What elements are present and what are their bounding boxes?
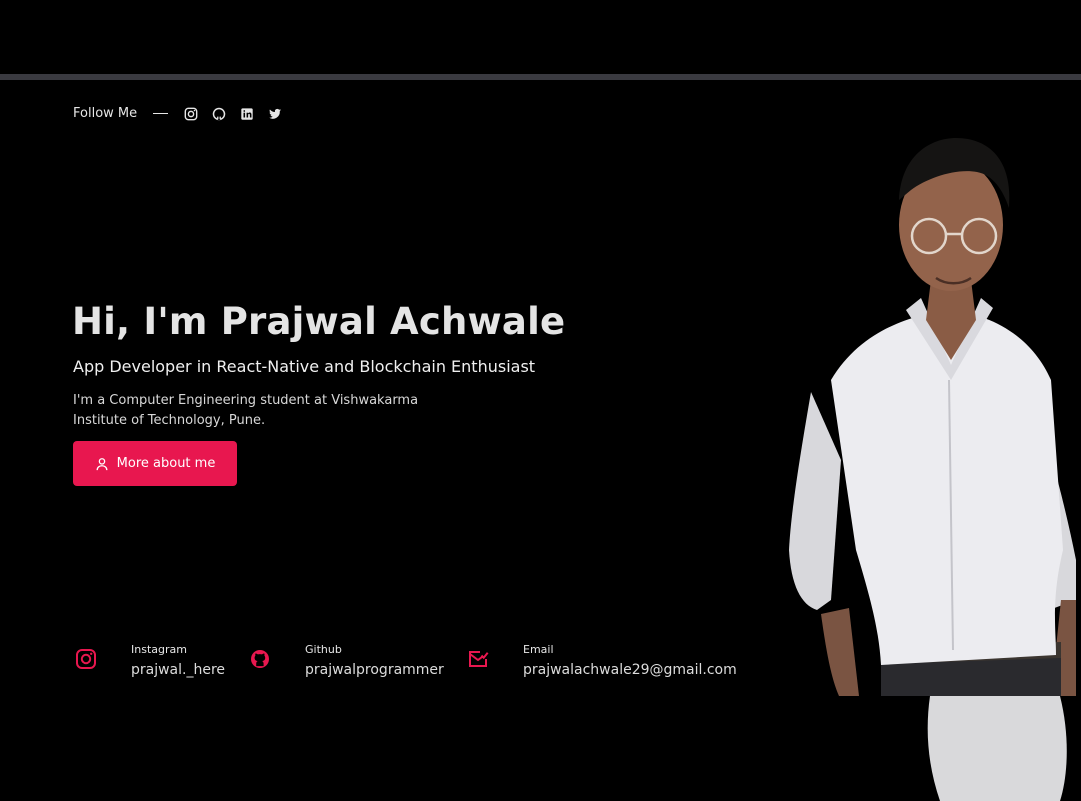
hero-description: I'm a Computer Engineering student at Vi…	[73, 393, 419, 428]
instagram-icon	[75, 648, 97, 670]
portfolio-page: Follow Me Hi, I'm Prajwal Achwale App De…	[0, 0, 1081, 801]
contact-value[interactable]: prajwalprogrammer	[305, 662, 444, 678]
github-icon	[249, 648, 271, 670]
profile-photo	[789, 138, 1076, 696]
contact-instagram[interactable]: Instagram prajwal._here	[75, 640, 225, 678]
linkedin-icon[interactable]	[240, 107, 254, 121]
follow-me-label: Follow Me	[73, 106, 138, 121]
contact-label: Github	[305, 643, 342, 656]
github-icon[interactable]	[212, 107, 226, 121]
blurred-ghost-image	[920, 696, 1081, 801]
contact-email[interactable]: Email prajwalachwale29@gmail.com	[467, 640, 737, 678]
email-icon	[467, 648, 489, 670]
top-divider	[0, 74, 1081, 80]
contact-value[interactable]: prajwal._here	[131, 662, 225, 678]
more-about-me-label: More about me	[116, 456, 216, 471]
user-icon	[96, 457, 108, 470]
hero-title: Hi, I'm Prajwal Achwale	[72, 300, 566, 343]
follow-dash	[153, 112, 169, 115]
contact-value[interactable]: prajwalachwale29@gmail.com	[523, 662, 737, 678]
contact-label: Instagram	[131, 643, 187, 656]
contact-label: Email	[523, 643, 554, 656]
instagram-icon[interactable]	[184, 107, 198, 121]
contact-github[interactable]: Github prajwalprogrammer	[249, 640, 444, 678]
more-about-me-button[interactable]: More about me	[73, 441, 237, 486]
twitter-icon[interactable]	[268, 107, 282, 121]
hero-subtitle: App Developer in React-Native and Blockc…	[73, 357, 536, 376]
follow-me-bar: Follow Me	[73, 106, 296, 121]
